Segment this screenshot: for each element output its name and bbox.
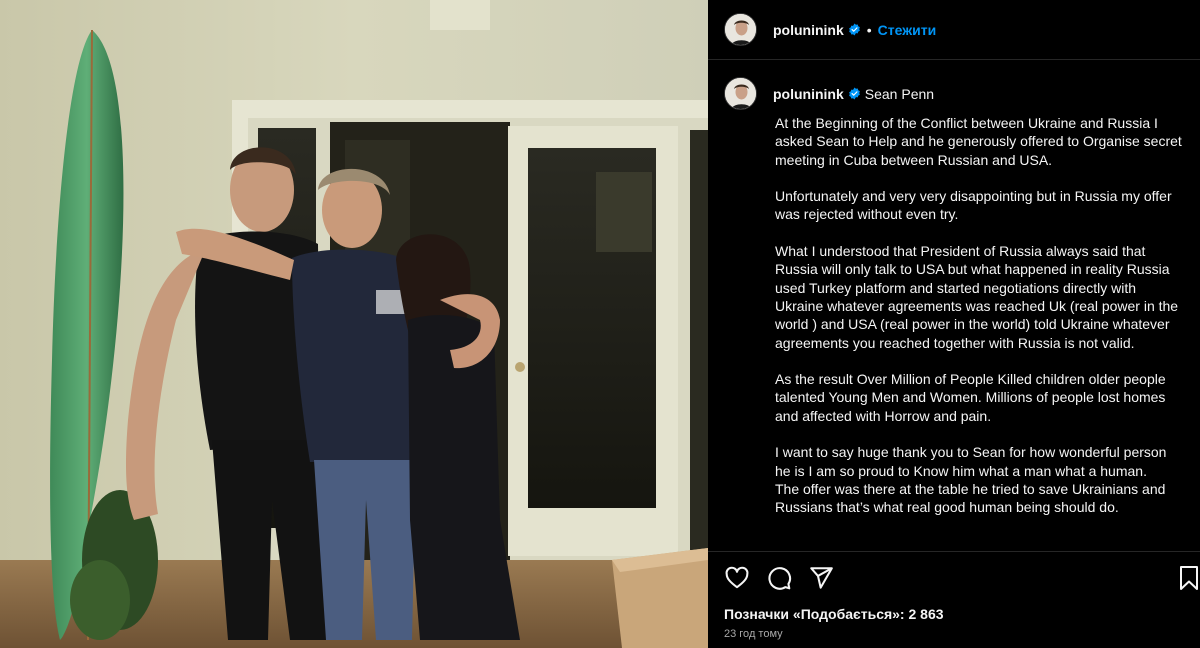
action-icons (724, 565, 834, 591)
post-photo[interactable] (0, 0, 708, 648)
caption-paragraph: The offer was there at the table he trie… (775, 480, 1166, 516)
caption-header: poluninink Sean Penn (724, 77, 934, 110)
post-side-panel: poluninink • Стежити poluninink Sean Pen… (708, 0, 1200, 648)
post-timestamp[interactable]: 23 год тому (724, 628, 783, 640)
caption-paragraph: I want to say huge thank you to Sean for… (775, 444, 1167, 479)
post-actions: Позначки «Подобається»: 2 863 23 год том… (708, 551, 1200, 648)
post-header: poluninink • Стежити (708, 0, 1200, 60)
likes-count[interactable]: Позначки «Подобається»: 2 863 (724, 606, 944, 622)
caption-paragraph: As the result Over Million of People Kil… (775, 371, 1166, 424)
tagged-user-link[interactable]: Sean Penn (865, 86, 934, 102)
caption-paragraph: At the Beginning of the Conflict between… (775, 115, 1182, 168)
separator-dot: • (866, 21, 872, 38)
caption-text: At the Beginning of the Conflict between… (775, 114, 1185, 517)
caption-scroll-area[interactable]: poluninink Sean Penn At the Beginning of… (708, 61, 1200, 551)
send-icon[interactable] (808, 565, 834, 591)
post-image (0, 0, 708, 648)
verified-badge-icon (848, 23, 861, 36)
heart-icon[interactable] (724, 565, 750, 591)
follow-button[interactable]: Стежити (878, 22, 937, 38)
comment-icon[interactable] (766, 565, 792, 591)
avatar[interactable] (724, 13, 757, 46)
bookmark-icon[interactable] (1178, 565, 1200, 591)
verified-badge-icon (848, 87, 861, 100)
caption-username[interactable]: poluninink (773, 86, 844, 102)
caption-paragraph: Unfortunately and very very disappointin… (775, 188, 1172, 223)
caption-paragraph: What I understood that President of Russ… (775, 243, 1179, 351)
caption-avatar[interactable] (724, 77, 757, 110)
username[interactable]: poluninink (773, 22, 844, 38)
